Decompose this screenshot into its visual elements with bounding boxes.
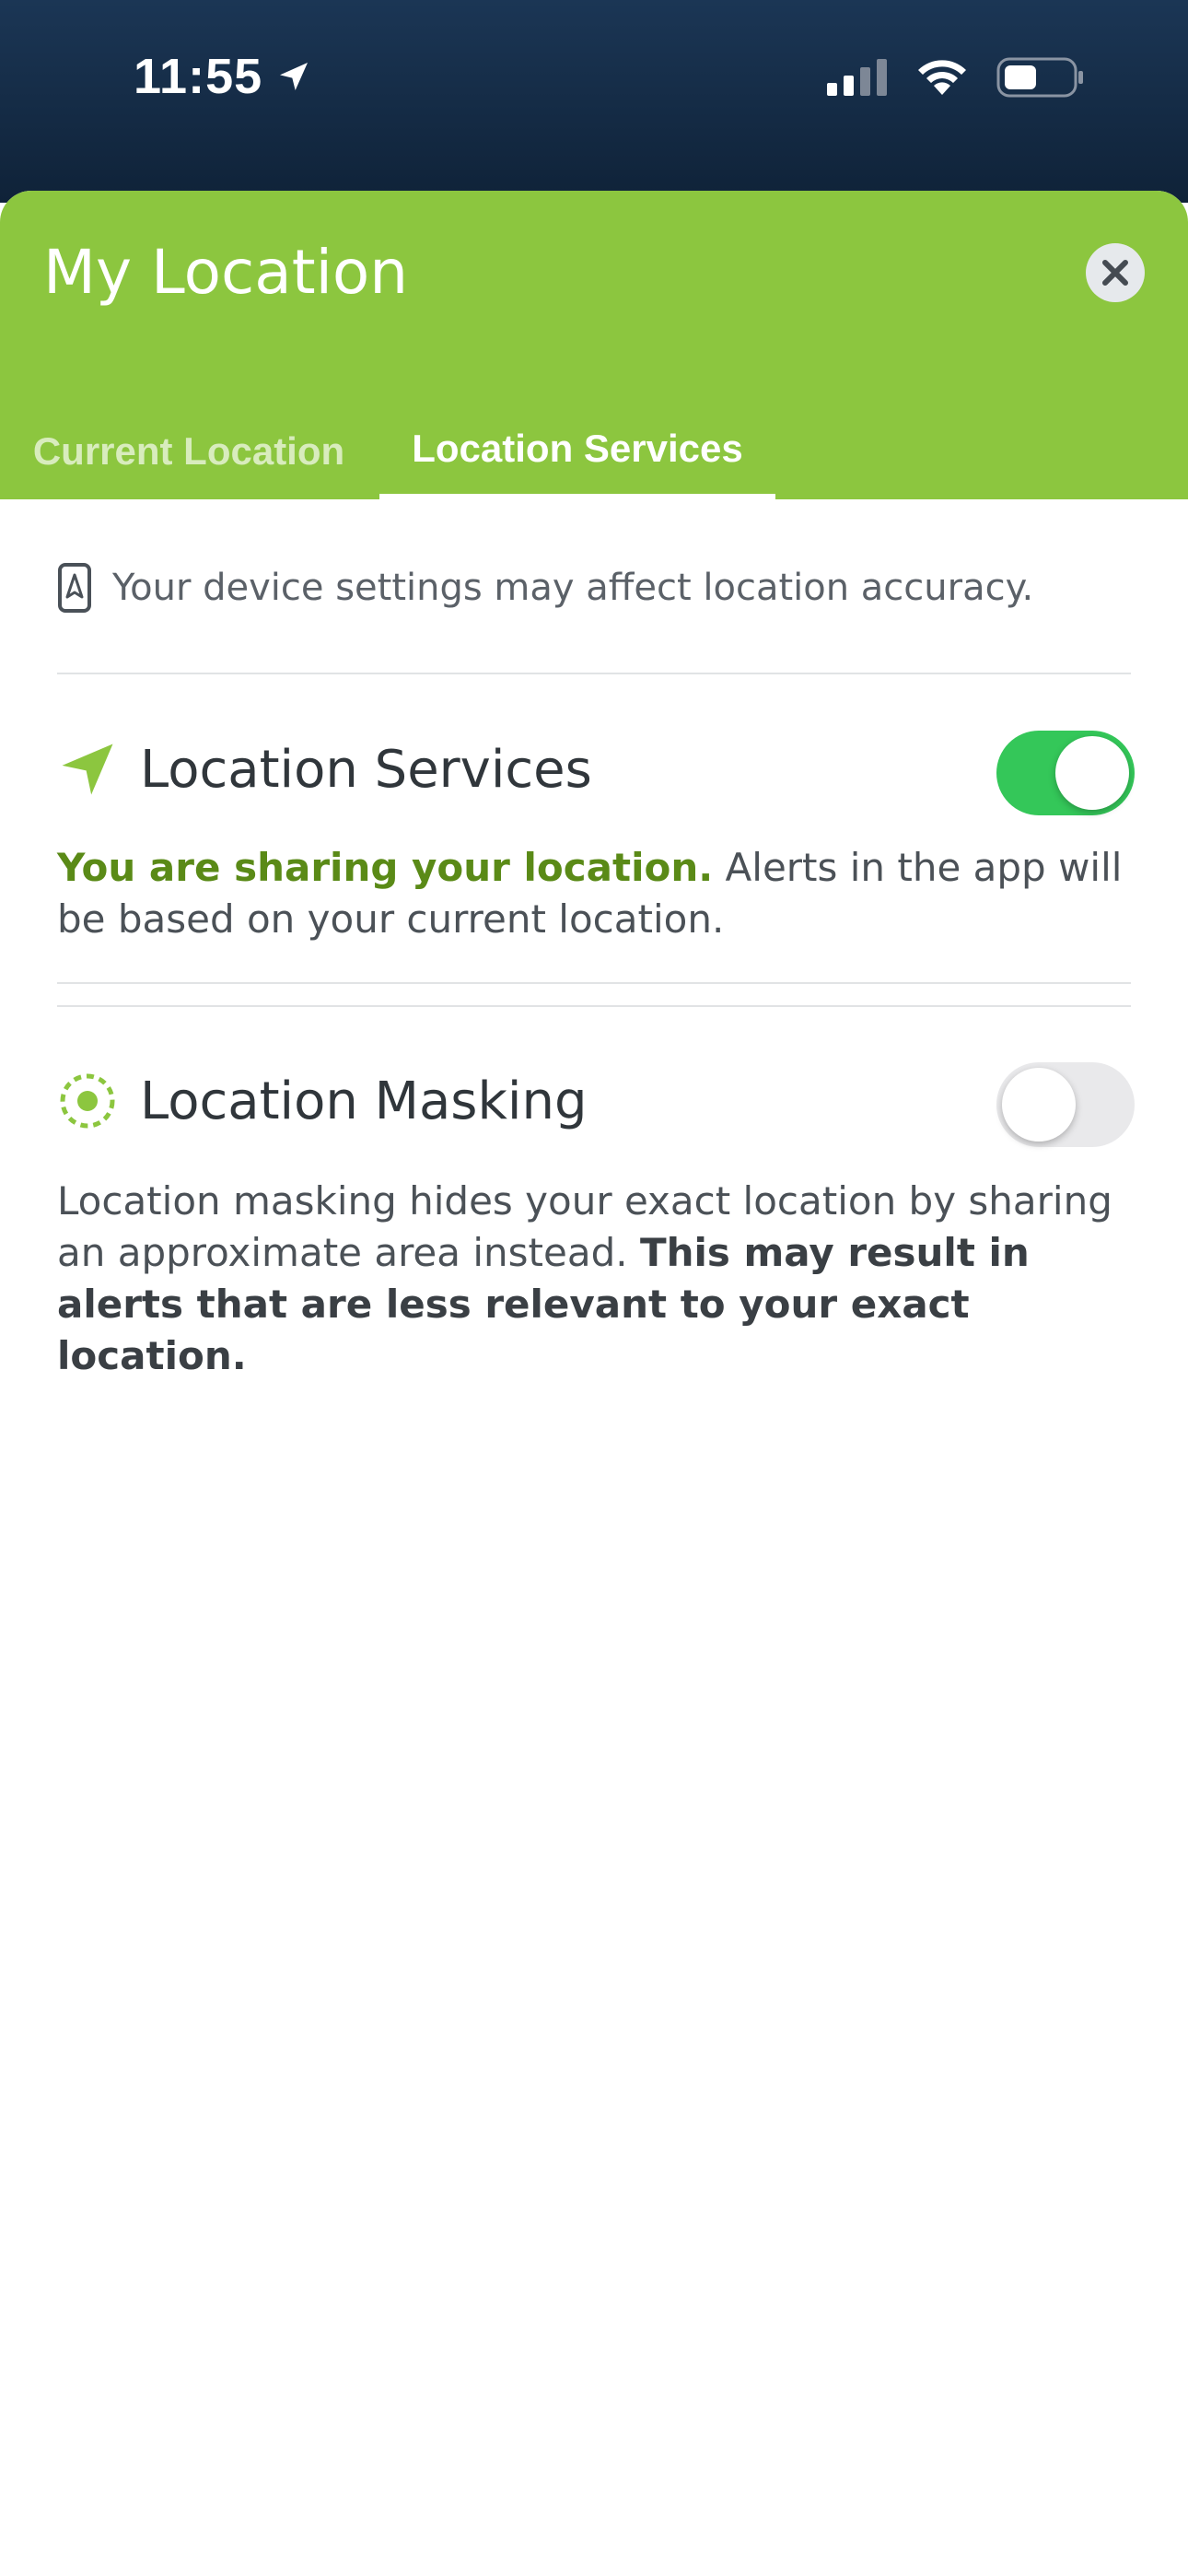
location-masking-row: Location Masking [57, 1071, 588, 1131]
location-arrow-icon [280, 63, 309, 90]
location-services-description: You are sharing your location. Alerts in… [57, 842, 1135, 945]
toggle-knob [1055, 736, 1129, 810]
close-button[interactable] [1086, 243, 1145, 302]
tab-current-location[interactable]: Current Location [18, 416, 359, 499]
sharing-status-text: You are sharing your location. [57, 845, 714, 890]
status-bar: 11:55 [0, 0, 1188, 203]
location-masking-description: Location masking hides your exact locati… [57, 1176, 1135, 1382]
status-time: 11:55 [134, 48, 312, 105]
toggle-knob [1002, 1068, 1076, 1142]
close-icon [1102, 260, 1128, 286]
divider [57, 982, 1131, 984]
sheet-header: My Location Current Location Location Se… [0, 191, 1188, 499]
tab-bar: Current Location Location Services [0, 416, 1188, 499]
device-location-icon [58, 563, 91, 613]
status-time-text: 11:55 [134, 49, 263, 104]
device-settings-text: Your device settings may affect location… [112, 567, 1034, 609]
location-sheet: My Location Current Location Location Se… [0, 191, 1188, 2576]
cellular-signal-icon [827, 59, 887, 96]
location-masking-toggle[interactable] [996, 1062, 1135, 1147]
battery-icon [996, 57, 1083, 98]
app-screen: 11:55 My Location Current Location Locat… [0, 0, 1188, 2576]
divider [57, 1005, 1131, 1007]
location-masking-title: Location Masking [140, 1071, 588, 1131]
divider [57, 673, 1131, 674]
device-settings-note: Your device settings may affect location… [57, 562, 1033, 614]
page-title: My Location [43, 237, 409, 308]
location-services-toggle[interactable] [996, 731, 1135, 815]
tab-location-services[interactable]: Location Services [379, 416, 775, 499]
navigation-arrow-icon [62, 744, 113, 795]
wifi-icon [918, 60, 966, 95]
status-icons [827, 57, 1085, 98]
masking-target-icon [60, 1073, 115, 1129]
location-services-row: Location Services [57, 739, 592, 800]
location-services-title: Location Services [140, 739, 592, 800]
